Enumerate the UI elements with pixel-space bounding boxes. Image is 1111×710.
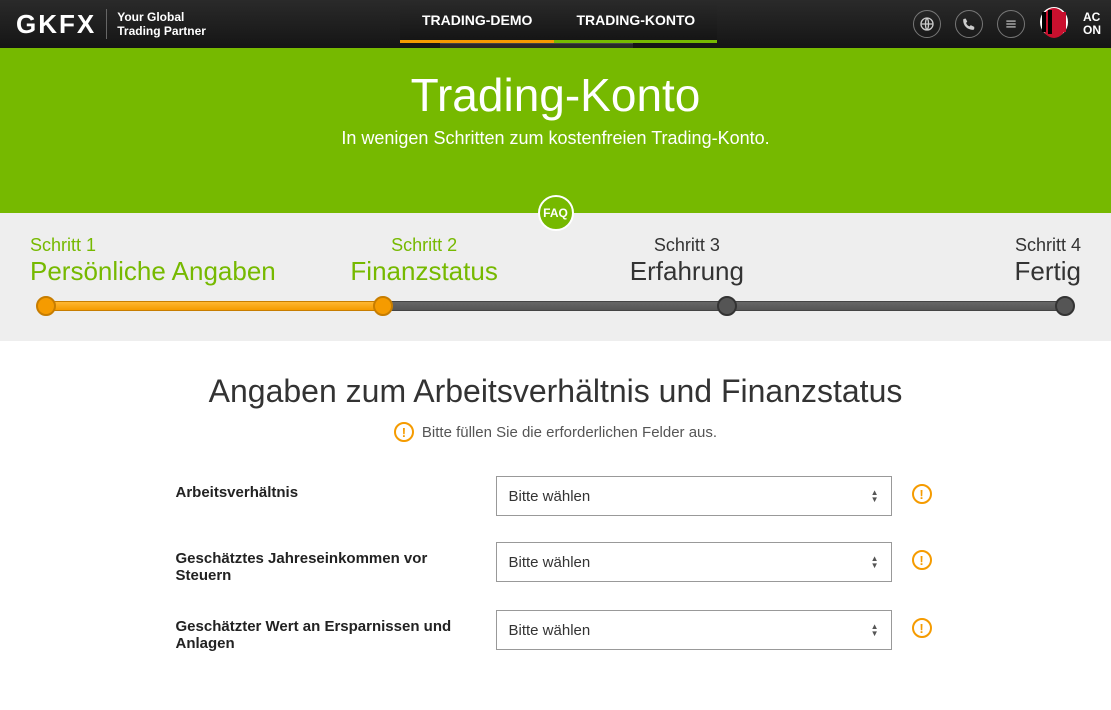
- progress-fill: [40, 301, 383, 311]
- warning-icon: !: [912, 484, 932, 504]
- select-arrows-icon: ▲▼: [871, 555, 879, 569]
- faq-button[interactable]: FAQ: [538, 195, 574, 231]
- brand-logo[interactable]: GKFX Your Global Trading Partner: [16, 9, 206, 40]
- header-right-label: AC ON: [1083, 11, 1101, 37]
- hero-banner: Trading-Konto In wenigen Schritten zum k…: [0, 48, 1111, 213]
- menu-icon[interactable]: [997, 10, 1025, 38]
- tagline: Your Global Trading Partner: [117, 10, 206, 39]
- form-heading: Angaben zum Arbeitsverhältnis und Finanz…: [40, 373, 1071, 410]
- savings-select[interactable]: Bitte wählen ▲▼: [496, 610, 892, 650]
- select-arrows-icon: ▲▼: [871, 623, 879, 637]
- logo-text: GKFX: [16, 9, 96, 40]
- progress-node-2[interactable]: [373, 296, 393, 316]
- warning-icon: !: [394, 422, 414, 442]
- field-label: Geschätzter Wert an Ersparnissen und Anl…: [176, 610, 476, 652]
- globe-icon[interactable]: [913, 10, 941, 38]
- nav-tab-trading-konto[interactable]: TRADING-KONTO: [554, 0, 717, 43]
- progress-steps: Schritt 1 Persönliche Angaben Schritt 2 …: [0, 213, 1111, 341]
- annual-income-select[interactable]: Bitte wählen ▲▼: [496, 542, 892, 582]
- progress-node-1[interactable]: [36, 296, 56, 316]
- field-annual-income: Geschätztes Jahreseinkommen vor Steuern …: [176, 542, 936, 584]
- field-savings: Geschätzter Wert an Ersparnissen und Anl…: [176, 610, 936, 652]
- page-subtitle: In wenigen Schritten zum kostenfreien Tr…: [0, 128, 1111, 149]
- sponsor-badge-icon[interactable]: [1039, 6, 1069, 42]
- progress-bar: [40, 301, 1071, 311]
- select-arrows-icon: ▲▼: [871, 489, 879, 503]
- step-4[interactable]: Schritt 4 Fertig: [818, 235, 1081, 287]
- top-header: GKFX Your Global Trading Partner TRADING…: [0, 0, 1111, 48]
- progress-node-4[interactable]: [1055, 296, 1075, 316]
- employment-select[interactable]: Bitte wählen ▲▼: [496, 476, 892, 516]
- step-3[interactable]: Schritt 3 Erfahrung: [556, 235, 819, 287]
- progress-node-3[interactable]: [717, 296, 737, 316]
- form-section: Angaben zum Arbeitsverhältnis und Finanz…: [0, 341, 1111, 710]
- field-label: Geschätztes Jahreseinkommen vor Steuern: [176, 542, 476, 584]
- step-2[interactable]: Schritt 2 Finanzstatus: [293, 235, 556, 287]
- logo-divider: [106, 9, 107, 39]
- field-label: Arbeitsverhältnis: [176, 476, 476, 501]
- header-actions: AC ON: [913, 0, 1101, 48]
- step-1[interactable]: Schritt 1 Persönliche Angaben: [30, 235, 293, 287]
- page-title: Trading-Konto: [0, 68, 1111, 122]
- warning-icon: !: [912, 550, 932, 570]
- nav-tab-trading-demo[interactable]: TRADING-DEMO: [400, 0, 554, 43]
- form-hint: ! Bitte füllen Sie die erforderlichen Fe…: [40, 422, 1071, 442]
- phone-icon[interactable]: [955, 10, 983, 38]
- field-employment: Arbeitsverhältnis Bitte wählen ▲▼ !: [176, 476, 936, 516]
- warning-icon: !: [912, 618, 932, 638]
